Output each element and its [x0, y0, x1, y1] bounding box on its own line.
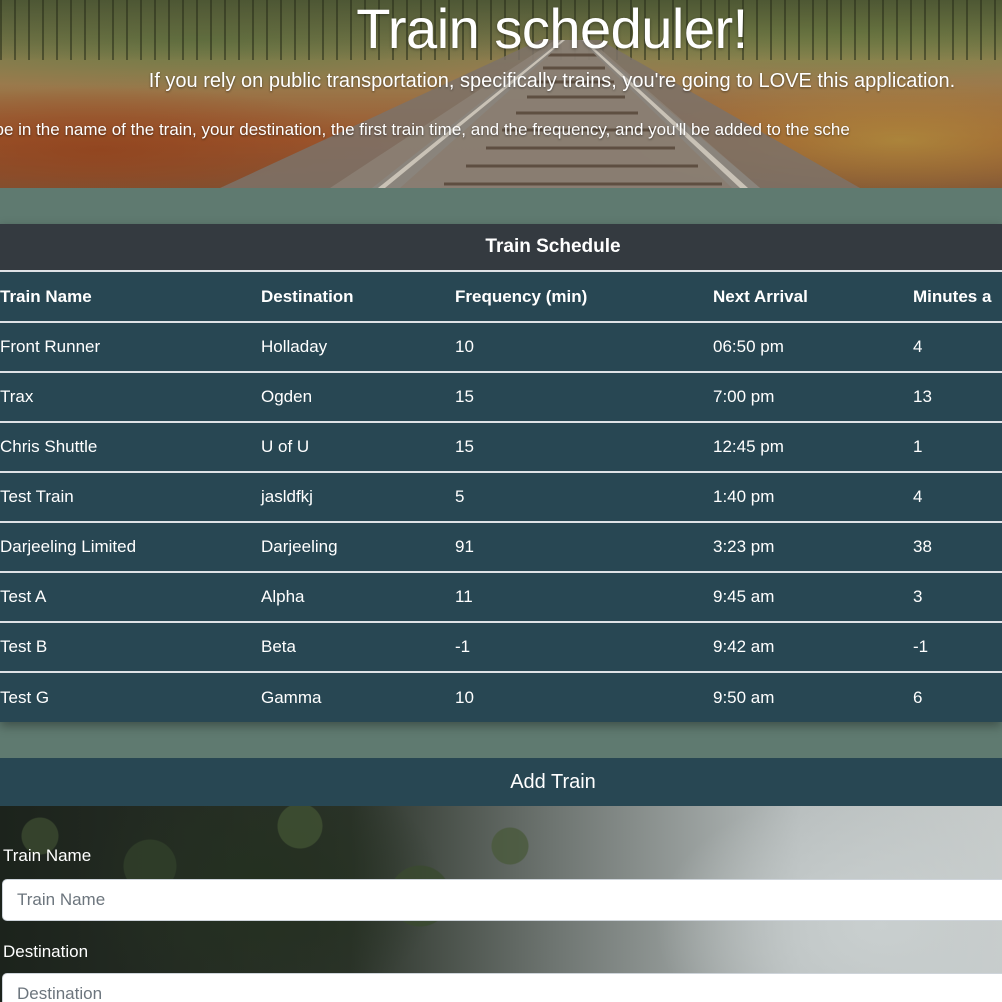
destination-cell: Ogden	[261, 372, 455, 423]
minutes-away-cell: 13	[913, 372, 1002, 423]
destination-cell: jasldfkj	[261, 472, 455, 523]
destination-cell: Holladay	[261, 322, 455, 373]
column-header-destination: Destination	[261, 272, 455, 323]
train-name-label: Train Name	[3, 846, 92, 865]
next-arrival-cell: 7:00 pm	[713, 372, 913, 423]
train-schedule-title: Train Schedule	[0, 224, 1002, 272]
destination-cell: U of U	[261, 422, 455, 473]
table-row: Front Runner Holladay 10 06:50 pm 4	[0, 322, 1002, 373]
table-row: Test Train jasldfkj 5 1:40 pm 4	[0, 472, 1002, 523]
table-row: Test A Alpha 11 9:45 am 3	[0, 572, 1002, 623]
destination-label: Destination	[3, 942, 89, 961]
minutes-away-cell: 38	[913, 522, 1002, 573]
destination-cell: Alpha	[261, 572, 455, 623]
destination-cell: Beta	[261, 622, 455, 673]
table-header-row: Train Name Destination Frequency (min) N…	[0, 272, 1002, 323]
frequency-cell: 15	[455, 422, 713, 473]
train-schedule-card: Train Schedule Train Name Destination Fr…	[0, 224, 1002, 722]
frequency-cell: 10	[455, 687, 474, 707]
minutes-away-cell: 1	[913, 422, 1002, 473]
column-header-train-name: Train Name	[0, 272, 261, 323]
next-arrival-cell: 3:23 pm	[713, 522, 913, 573]
train-name-cell: Trax	[0, 372, 261, 423]
train-name-cell: Test A	[0, 572, 261, 623]
next-arrival-cell: 1:40 pm	[713, 472, 913, 523]
frequency-cell: 10	[455, 322, 713, 373]
destination-input[interactable]	[2, 973, 1002, 1002]
minutes-away-cell: 3	[913, 572, 1002, 623]
table-row: Darjeeling Limited Darjeeling 91 3:23 pm…	[0, 522, 1002, 573]
next-arrival-cell: 9:45 am	[713, 572, 913, 623]
next-arrival-cell: 9:50 am	[713, 687, 775, 707]
frequency-cell: 5	[455, 472, 713, 523]
column-header-minutes-away: Minutes a	[913, 272, 1002, 323]
train-name-cell: Darjeeling Limited	[0, 522, 261, 573]
destination-cell: Gamma	[261, 687, 322, 707]
frequency-cell: -1	[455, 622, 713, 673]
add-train-title: Add Train	[0, 758, 1002, 806]
table-row: Chris Shuttle U of U 15 12:45 pm 1	[0, 422, 1002, 473]
train-name-cell: Test G	[0, 687, 50, 707]
next-arrival-cell: 9:42 am	[713, 622, 913, 673]
page: Train scheduler! If you rely on public t…	[0, 0, 1002, 1002]
frequency-cell: 11	[455, 572, 713, 623]
column-header-next-arrival: Next Arrival	[713, 272, 913, 323]
minutes-away-cell: -1	[913, 622, 1002, 673]
minutes-away-cell: 6	[913, 687, 923, 707]
destination-cell: Darjeeling	[261, 522, 455, 573]
frequency-cell: 15	[455, 372, 713, 423]
train-name-cell: Test Train	[0, 472, 261, 523]
table-row: Test G Gamma 10 9:50 am 6	[0, 672, 1002, 722]
train-name-cell: Test B	[0, 622, 261, 673]
minutes-away-cell: 4	[913, 472, 1002, 523]
hero-banner: Train scheduler! If you rely on public t…	[0, 0, 1002, 188]
page-title: Train scheduler!	[356, 0, 748, 60]
page-subtitle: If you rely on public transportation, sp…	[148, 70, 956, 92]
train-schedule-table: Train Name Destination Frequency (min) N…	[0, 272, 1002, 722]
add-train-form: Train Name Destination	[0, 806, 1002, 1002]
table-row: Trax Ogden 15 7:00 pm 13	[0, 372, 1002, 423]
next-arrival-cell: 06:50 pm	[713, 322, 913, 373]
column-header-frequency: Frequency (min)	[455, 272, 713, 323]
train-name-cell: Chris Shuttle	[0, 422, 261, 473]
minutes-away-cell: 4	[913, 322, 1002, 373]
table-row: Test B Beta -1 9:42 am -1	[0, 622, 1002, 673]
next-arrival-cell: 12:45 pm	[713, 422, 913, 473]
train-name-cell: Front Runner	[0, 322, 261, 373]
train-name-input[interactable]	[2, 879, 1002, 921]
instructions-text: ype in the name of the train, your desti…	[0, 120, 850, 139]
frequency-cell: 91	[455, 522, 713, 573]
